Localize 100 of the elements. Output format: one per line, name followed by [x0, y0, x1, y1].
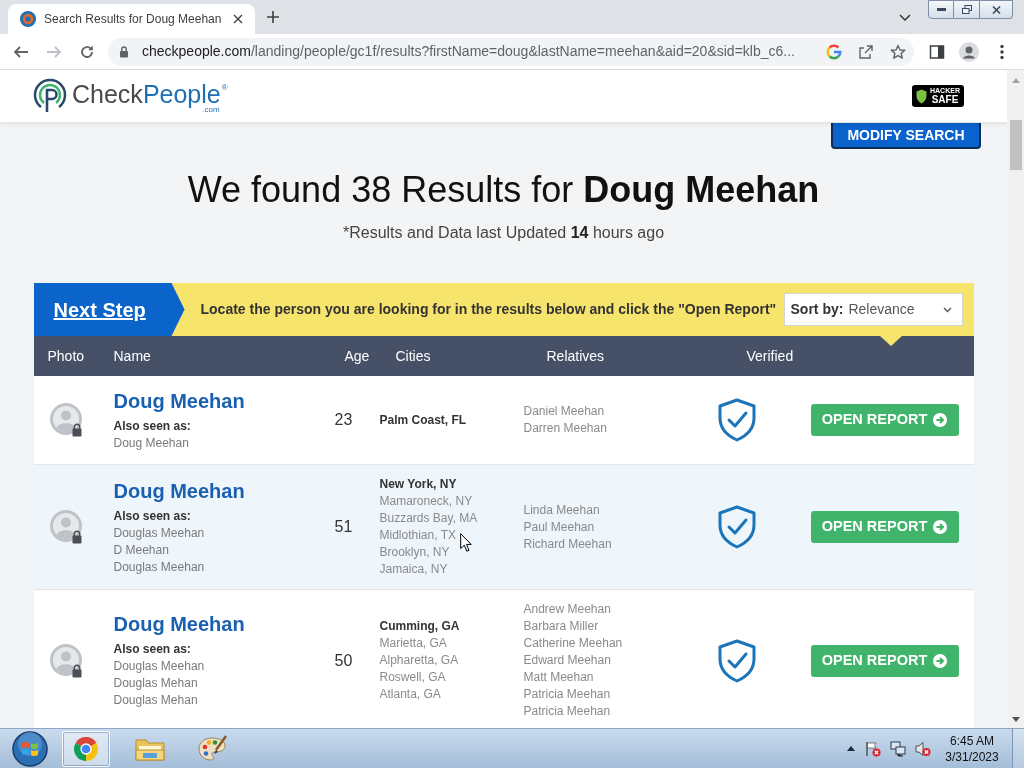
avatar-placeholder-icon	[49, 510, 84, 544]
tab-title: Search Results for Doug Meehan	[44, 11, 222, 28]
lock-icon[interactable]	[118, 45, 130, 58]
column-header: Verified	[746, 347, 794, 366]
relative-name: Patricia Meehan	[523, 686, 611, 703]
alias-label: Also seen as:	[113, 417, 191, 435]
restore-button[interactable]	[954, 0, 980, 19]
alias-name: D Meehan	[113, 541, 169, 559]
person-name-link[interactable]: Doug Meehan	[113, 612, 245, 636]
close-window-button[interactable]	[980, 0, 1013, 19]
city-name: Midlothian, TX	[379, 527, 456, 544]
relative-name: Darren Meehan	[523, 420, 607, 437]
person-name-link[interactable]: Doug Meehan	[113, 478, 245, 503]
arrow-circle-icon	[933, 653, 948, 668]
scrollbar[interactable]	[1007, 70, 1024, 728]
clock-date[interactable]: 3/31/2023	[945, 748, 999, 765]
arrow-circle-icon	[933, 413, 948, 427]
column-header: Age	[344, 347, 370, 366]
next-step-link[interactable]: Next Step	[53, 294, 146, 325]
network-icon[interactable]	[890, 740, 906, 757]
updated-note: *Results and Data last Updated 14 hours ago	[341, 223, 666, 243]
city-name: Palm Coast, FL	[379, 411, 467, 429]
relative-name: Catherine Meehan	[523, 635, 623, 652]
age-text: 51	[334, 517, 353, 537]
city-name: Brooklyn, NY	[379, 544, 450, 561]
city-name: Cumming, GA	[379, 618, 460, 635]
tray-expand-icon[interactable]	[847, 746, 855, 751]
city-name: Jamaica, NY	[379, 561, 448, 578]
city-name: Marietta, GA	[379, 635, 447, 652]
relative-name: Patricia Meehan	[523, 703, 611, 720]
star-icon[interactable]	[890, 43, 906, 60]
age-text: 23	[334, 410, 353, 430]
modify-search-button[interactable]: MODIFY SEARCH	[831, 123, 981, 149]
badge-text: SAFE	[931, 95, 959, 105]
relative-name: Richard Meehan	[523, 535, 612, 553]
person-name-link[interactable]: Doug Meehan	[113, 388, 245, 413]
column-header: Name	[113, 347, 151, 366]
flag-alert-icon[interactable]	[865, 740, 881, 757]
close-icon	[991, 5, 1001, 14]
new-tab-icon[interactable]	[266, 10, 281, 24]
column-header: Cities	[395, 347, 431, 366]
windows-orb-icon	[12, 730, 48, 767]
avatar-placeholder-icon	[49, 403, 84, 437]
alias-label: Also seen as:	[113, 507, 191, 525]
column-header: Relatives	[546, 347, 605, 366]
column-header: Photo	[47, 347, 85, 366]
side-panel-icon[interactable]	[929, 43, 945, 60]
alias-name: Doug Meehan	[113, 434, 189, 452]
sort-dropdown[interactable]: Sort by: Relevance	[783, 293, 963, 326]
address-bar[interactable]: checkpeople.com/landing/people/gc1f/results?firstName=doug&lastName=meehan&aid=20&sid=klb_c6...	[108, 37, 914, 66]
city-name: Mamaroneck, NY	[379, 493, 473, 510]
instruction-text: Locate the person you are looking for in the results below and click the "Open Report"	[200, 300, 777, 319]
taskbar-browser-button[interactable]	[62, 730, 110, 767]
relative-name: Barbara Miller	[523, 618, 599, 635]
relative-name: Daniel Meehan	[523, 403, 605, 420]
city-name: Roswell, GA	[379, 669, 446, 686]
alias-name: Douglas Meehan	[113, 658, 205, 675]
relative-name: Andrew Meehan	[523, 601, 611, 618]
url-text: checkpeople.com/landing/people/gc1f/results?firstName=doug&lastName=meehan&aid=20&sid=klb_c6...	[142, 42, 796, 61]
relative-name: Matt Meehan	[523, 669, 594, 686]
avatar-placeholder-icon	[49, 643, 84, 678]
speaker-muted-icon[interactable]	[915, 740, 931, 757]
restore-icon	[961, 5, 972, 14]
scroll-down-icon[interactable]	[1011, 717, 1020, 722]
share-icon[interactable]	[858, 43, 874, 60]
browser-icon	[73, 735, 99, 762]
chevron-down-icon	[942, 306, 952, 313]
relative-name: Edward Meehan	[523, 652, 611, 669]
alias-label: Also seen as:	[113, 641, 191, 658]
browser-tab[interactable]: Search Results for Doug Meehan	[8, 4, 256, 34]
age-text: 50	[334, 650, 353, 671]
arrow-circle-icon	[933, 520, 948, 534]
results-heading: We found 38 Results for Doug Meehan	[186, 168, 821, 211]
back-arrow-icon[interactable]	[13, 43, 29, 60]
shield-icon	[916, 88, 927, 104]
logo-icon	[33, 77, 67, 115]
city-name: Atlanta, GA	[379, 686, 441, 703]
paint-palette-icon	[198, 734, 228, 763]
relative-name: Paul Meehan	[523, 518, 595, 536]
alias-name: Douglas Meehan	[113, 524, 205, 542]
profile-icon[interactable]	[959, 41, 979, 62]
reload-icon[interactable]	[79, 43, 95, 60]
registered-mark: ®	[221, 82, 228, 92]
minimize-button[interactable]	[928, 0, 954, 19]
alias-name: Douglas Mehan	[113, 675, 198, 692]
scrollbar-thumb[interactable]	[1009, 120, 1022, 170]
mouse-pointer-icon	[460, 533, 472, 552]
close-icon[interactable]	[233, 14, 244, 24]
clock-time[interactable]: 6:45 AM	[950, 732, 994, 749]
menu-icon[interactable]	[1000, 43, 1004, 60]
alias-name: Douglas Mehan	[113, 692, 198, 709]
g-icon[interactable]	[826, 43, 842, 60]
alias-name: Douglas Meehan	[113, 558, 205, 576]
city-name: New York, NY	[379, 476, 457, 493]
minimize-icon	[936, 8, 946, 11]
caret-down-icon[interactable]	[899, 13, 911, 21]
relative-name: Linda Meehan	[523, 501, 600, 519]
city-name: Buzzards Bay, MA	[379, 510, 478, 527]
site-favicon-icon	[20, 11, 36, 27]
city-name: Alpharetta, GA	[379, 652, 459, 669]
